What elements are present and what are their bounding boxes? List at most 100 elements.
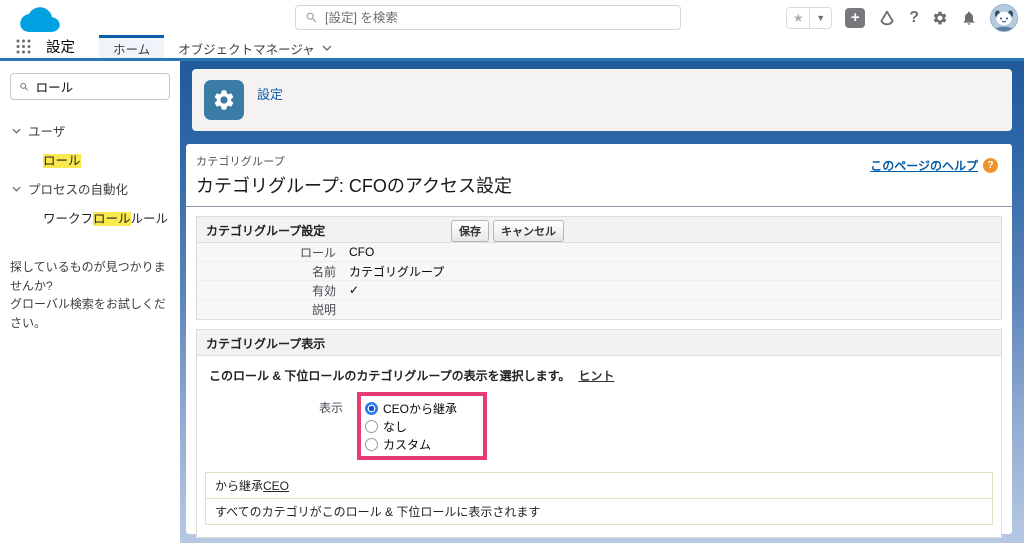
section-settings-header: カテゴリグループ設定 保存 キャンセル — [197, 217, 1001, 243]
astro-avatar-icon — [990, 3, 1018, 32]
form-row-role: ロール CFO — [197, 243, 1001, 262]
global-search[interactable] — [295, 5, 681, 30]
user-avatar[interactable] — [990, 3, 1018, 32]
mountain-icon — [880, 10, 894, 25]
page-help-link[interactable]: このページのヘルプ — [870, 157, 978, 174]
workflow-highlight: ロール — [93, 212, 131, 226]
visibility-caption: 表示 — [318, 401, 343, 415]
chevron-down-icon — [12, 186, 21, 192]
trailhead-icon[interactable] — [878, 10, 896, 26]
setup-nav-bar: 設定 ホーム オブジェクトマネージャ — [0, 35, 1024, 61]
waffle-grid-icon — [16, 39, 30, 54]
save-button[interactable]: 保存 — [451, 220, 489, 242]
visibility-body: このロール & 下位ロールのカテゴリグループの表示を選択します。 ヒント 表示 C… — [197, 356, 1001, 537]
radio-option-none[interactable]: なし — [365, 417, 457, 435]
section-visibility-title: カテゴリグループ表示 — [206, 337, 326, 351]
app-launcher-icon[interactable] — [0, 35, 46, 58]
radio-option-custom[interactable]: カスタム — [365, 435, 457, 453]
radio-option-custom-label: カスタム — [383, 437, 432, 452]
inherit-row-text: すべてのカテゴリがこのロール & 下位ロールに表示されます — [215, 505, 541, 519]
bell-icon — [963, 11, 975, 25]
radio-button[interactable] — [365, 437, 378, 451]
salesforce-cloud-logo[interactable] — [18, 4, 62, 35]
favorites-control: ★ ▼ — [786, 6, 833, 29]
sidebar-quick-find-input[interactable] — [35, 79, 161, 94]
favorites-star-icon[interactable]: ★ — [787, 7, 810, 28]
sidebar-item-roles[interactable]: ロール — [10, 145, 170, 174]
section-visibility-header: カテゴリグループ表示 — [197, 330, 1001, 356]
radio-button[interactable] — [365, 419, 378, 433]
ceo-link[interactable]: CEO — [263, 479, 289, 493]
workflow-post: ルール — [130, 212, 169, 226]
visibility-instruction: このロール & 下位ロールのカテゴリグループの表示を選択します。 ヒント — [205, 367, 993, 384]
name-label: 名前 — [311, 264, 336, 279]
gear-icon — [214, 90, 234, 110]
hint-line-2: グローバル検索をお試しください。 — [10, 297, 166, 330]
body-row: ユーザ ロール プロセスの自動化 ワークフロールルール 探しているものが見つかり… — [0, 61, 1024, 543]
inherit-from-text: から継承 — [215, 479, 264, 493]
tab-object-manager-label: オブジェクトマネージャ — [178, 42, 315, 57]
sidebar-section-process-label: プロセスの自動化 — [28, 183, 129, 197]
active-checkmark-icon: ✓ — [349, 283, 360, 297]
help-question-icon[interactable]: ? — [909, 9, 919, 27]
sidebar-section-process-automation[interactable]: プロセスの自動化 — [10, 174, 170, 203]
inherit-table: から継承CEO すべてのカテゴリがこのロール & 下位ロールに表示されます — [205, 472, 993, 525]
chevron-down-icon — [322, 45, 332, 51]
visibility-radio-row: 表示 CEOから継承 なし カスタム — [205, 392, 993, 460]
name-value: カテゴリグループ — [349, 264, 445, 279]
global-actions-plus-icon[interactable]: + — [845, 7, 866, 28]
tab-object-manager[interactable]: オブジェクトマネージャ — [164, 35, 346, 58]
role-label: ロール — [299, 245, 336, 260]
section-settings-buttons: 保存 キャンセル — [451, 220, 564, 242]
main-region: 設定 カテゴリグループ カテゴリグループ: CFOのアクセス設定 このページのヘ… — [180, 61, 1024, 543]
page-title: カテゴリグループ: CFOのアクセス設定 — [196, 176, 513, 196]
role-value: CFO — [349, 245, 375, 259]
section-category-group-settings: カテゴリグループ設定 保存 キャンセル ロール CFO 名前 カテゴリグループ … — [196, 216, 1002, 320]
setup-gear-icon[interactable] — [932, 10, 948, 26]
chevron-down-icon — [12, 128, 21, 134]
annotation-highlight-box: CEOから継承 なし カスタム — [357, 392, 488, 460]
sidebar-quick-find[interactable] — [10, 73, 170, 100]
form-row-name: 名前 カテゴリグループ — [197, 262, 1001, 281]
favorites-caret-icon[interactable]: ▼ — [809, 7, 832, 28]
global-header: ★ ▼ + ? — [0, 0, 1024, 35]
active-label: 有効 — [311, 283, 336, 298]
tab-home[interactable]: ホーム — [99, 35, 165, 58]
salesforce-setup-app: ★ ▼ + ? — [0, 0, 1024, 543]
hint-link[interactable]: ヒント — [578, 369, 614, 383]
banner-setup-link[interactable]: 設定 — [257, 84, 283, 103]
notification-bell-icon[interactable] — [961, 10, 977, 26]
roles-highlight: ロール — [43, 154, 81, 168]
radio-button[interactable] — [365, 401, 378, 415]
gear-icon — [933, 11, 947, 24]
tab-home-label: ホーム — [113, 42, 151, 57]
sidebar-item-workflow-rules[interactable]: ワークフロールルール — [10, 203, 170, 232]
form-row-description: 説明 — [197, 300, 1001, 319]
section-category-group-visibility: カテゴリグループ表示 このロール & 下位ロールのカテゴリグループの表示を選択し… — [196, 329, 1002, 538]
sidebar-section-users[interactable]: ユーザ — [10, 116, 170, 145]
help-circle-icon[interactable]: ? — [983, 158, 998, 173]
inherit-table-row: すべてのカテゴリがこのロール & 下位ロールに表示されます — [206, 499, 992, 524]
workflow-pre: ワークフ — [43, 212, 94, 226]
help-area: このページのヘルプ ? — [870, 157, 998, 174]
search-icon — [306, 12, 317, 23]
cancel-button[interactable]: キャンセル — [493, 220, 564, 242]
instruction-text: このロール & 下位ロールのカテゴリグループの表示を選択します。 — [209, 369, 571, 383]
header-utility-icons: ★ ▼ + ? — [786, 3, 1018, 32]
form-row-active: 有効 ✓ — [197, 281, 1001, 300]
radio-option-inherit-label: CEOから継承 — [383, 401, 458, 416]
cloud-icon — [20, 7, 60, 33]
radio-option-none-label: なし — [383, 419, 408, 434]
section-settings-title: カテゴリグループ設定 — [206, 224, 326, 238]
global-search-input[interactable] — [325, 10, 671, 25]
settings-form: ロール CFO 名前 カテゴリグループ 有効 ✓ 説明 — [197, 243, 1001, 319]
search-icon — [20, 82, 29, 91]
setup-sidebar: ユーザ ロール プロセスの自動化 ワークフロールルール 探しているものが見つかり… — [0, 61, 180, 543]
title-divider — [186, 206, 1012, 207]
radio-option-inherit-ceo[interactable]: CEOから継承 — [365, 399, 457, 417]
sidebar-empty-hint: 探しているものが見つかりませんか? グローバル検索をお試しください。 — [10, 258, 170, 332]
inherit-table-header: から継承CEO — [206, 473, 992, 499]
content-card: カテゴリグループ カテゴリグループ: CFOのアクセス設定 このページのヘルプ … — [186, 144, 1012, 538]
nav-app-label: 設定 — [46, 40, 75, 56]
setup-banner-card: 設定 — [192, 69, 1012, 131]
